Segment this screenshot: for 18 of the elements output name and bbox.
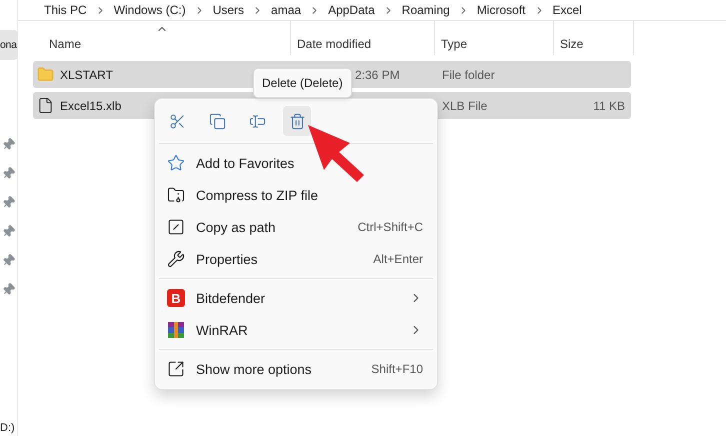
shortcut-label: Shift+F10 [371,362,423,376]
file-type: File folder [442,68,495,82]
menu-item-label: Add to Favorites [196,156,296,170]
shortcut-label: Alt+Enter [373,252,423,266]
menu-item-label: Show more options [196,362,313,376]
date-modified: 2:36 PM [355,68,400,82]
menu-item-label: Copy as path [196,220,277,234]
tooltip: Delete (Delete) [253,68,352,98]
file-name: Excel15.xlb [60,98,122,112]
menu-item-label: Properties [196,252,259,266]
file-size: 11 KB [593,98,625,112]
file-type: XLB File [442,98,488,112]
shortcut-label: Ctrl+Shift+C [358,220,423,234]
bitdefender-logo-icon: B [167,289,185,307]
file-name: XLSTART [60,68,113,82]
menu-item-label: WinRAR [196,322,249,338]
menu-item-label: Compress to ZIP file [196,188,320,202]
menu-item-label: Bitdefender [196,290,266,306]
